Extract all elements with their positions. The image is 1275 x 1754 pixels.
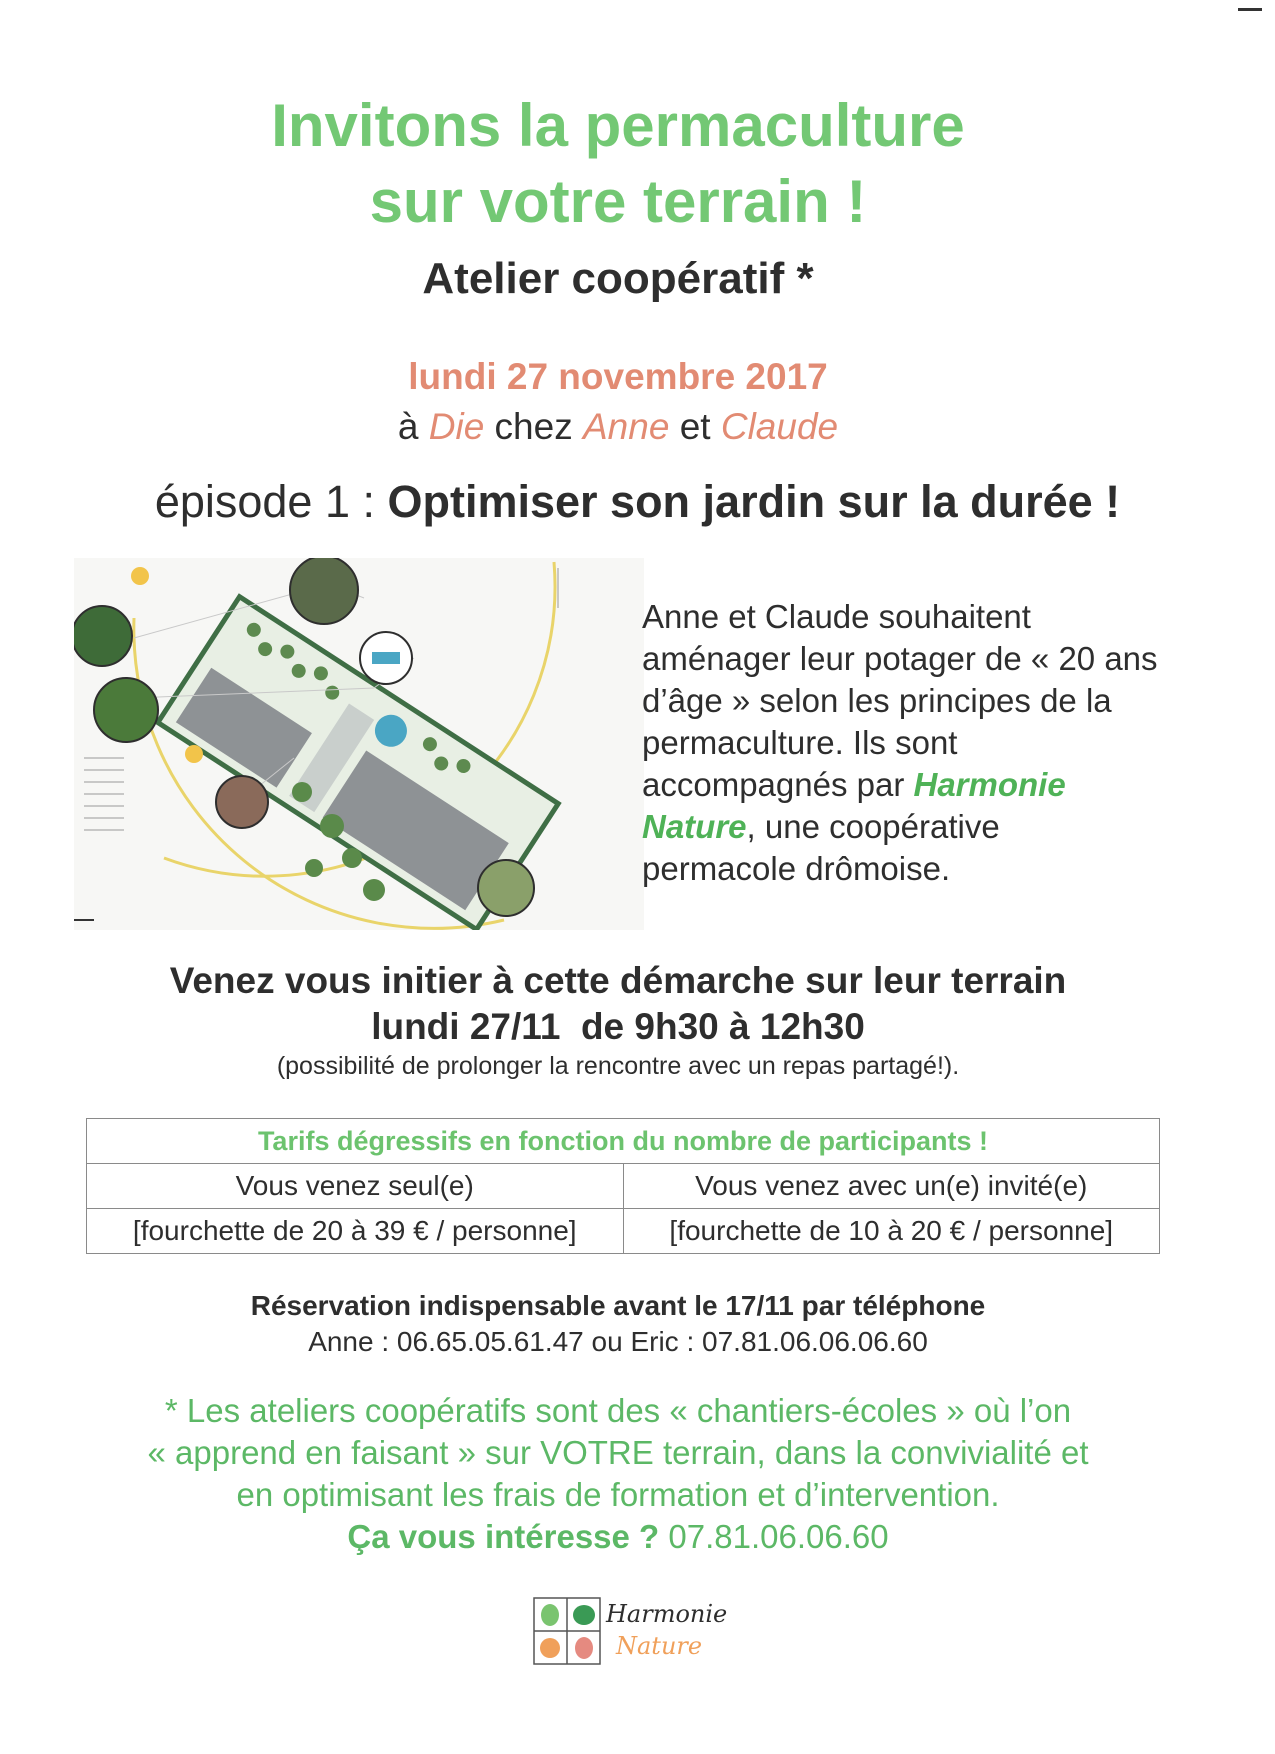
subtitle: Atelier coopératif * [422, 254, 814, 303]
reservation-contacts: Anne : 06.65.05.61.47 ou Eric : 07.81.06… [308, 1326, 928, 1357]
pricing-solo-price: [fourchette de 20 à 39 € / personne] [86, 1208, 624, 1254]
footnote-line-2: « apprend en faisant » sur VOTRE terrain… [147, 1434, 1089, 1471]
footnote-line-3: en optimisant les frais de formation et … [236, 1476, 1000, 1513]
garden-plan-illustration [74, 558, 644, 930]
footnote-phone: 07.81.06.06.60 [659, 1518, 889, 1555]
logo-text-nature: Nature [616, 1632, 703, 1660]
episode-heading: épisode 1 : Optimiser son jardin sur la … [0, 476, 1275, 528]
place-host-2: Claude [720, 406, 839, 447]
scan-mark [1238, 8, 1262, 11]
episode-label: épisode 1 : [154, 476, 388, 527]
place-prefix: à [397, 406, 429, 447]
place-mid: chez [484, 406, 583, 447]
harmonie-nature-logo: Harmonie Nature [532, 1596, 732, 1668]
title-line-2: sur votre terrain ! [369, 168, 867, 235]
pricing-table: Tarifs dégressifs en fonction du nombre … [86, 1118, 1160, 1254]
page-title: Invitons la permaculture sur votre terra… [0, 88, 1236, 240]
reservation-title: Réservation indispensable avant le 17/11… [250, 1290, 986, 1321]
footnote-contact: Ça vous intéresse ? 07.81.06.06.60 [0, 1516, 1236, 1558]
title-line-1: Invitons la permaculture [271, 92, 965, 159]
pricing-header: Tarifs dégressifs en fonction du nombre … [86, 1118, 1160, 1164]
pricing-value-row: [fourchette de 20 à 39 € / personne] [fo… [86, 1208, 1160, 1254]
invitation-line-2: lundi 27/11 de 9h30 à 12h30 [371, 1006, 865, 1047]
event-place: à Die chez Anne et Claude [0, 406, 1236, 448]
place-host-1: Anne [583, 406, 670, 447]
footnote-line-1: * Les ateliers coopératifs sont des « ch… [164, 1392, 1072, 1429]
pricing-guest-label: Vous venez avec un(e) invité(e) [622, 1163, 1160, 1209]
place-and: et [669, 406, 721, 447]
invitation-line-1: Venez vous initier à cette démarche sur … [169, 960, 1067, 1001]
footnote-question: Ça vous intéresse ? [347, 1518, 660, 1555]
pricing-solo-label: Vous venez seul(e) [86, 1163, 624, 1209]
invitation-heading: Venez vous initier à cette démarche sur … [0, 958, 1236, 1050]
logo-text-harmonie: Harmonie [606, 1600, 728, 1628]
logo-mark-icon [533, 1597, 601, 1665]
episode-title: Optimiser son jardin sur la durée ! [387, 476, 1121, 527]
invitation-note: (possibilité de prolonger la rencontre a… [276, 1052, 960, 1080]
description-text-before: Anne et Claude souhaitent aménager leur … [642, 598, 1158, 803]
pricing-guest-price: [fourchette de 10 à 20 € / personne] [622, 1208, 1160, 1254]
footnote: * Les ateliers coopératifs sont des « ch… [0, 1390, 1236, 1558]
event-date: lundi 27 novembre 2017 [408, 356, 828, 397]
place-city: Die [428, 406, 485, 447]
project-description: Anne et Claude souhaitent aménager leur … [642, 596, 1162, 890]
pricing-header-row: Tarifs dégressifs en fonction du nombre … [86, 1118, 1160, 1164]
pricing-label-row: Vous venez seul(e) Vous venez avec un(e)… [86, 1163, 1160, 1209]
